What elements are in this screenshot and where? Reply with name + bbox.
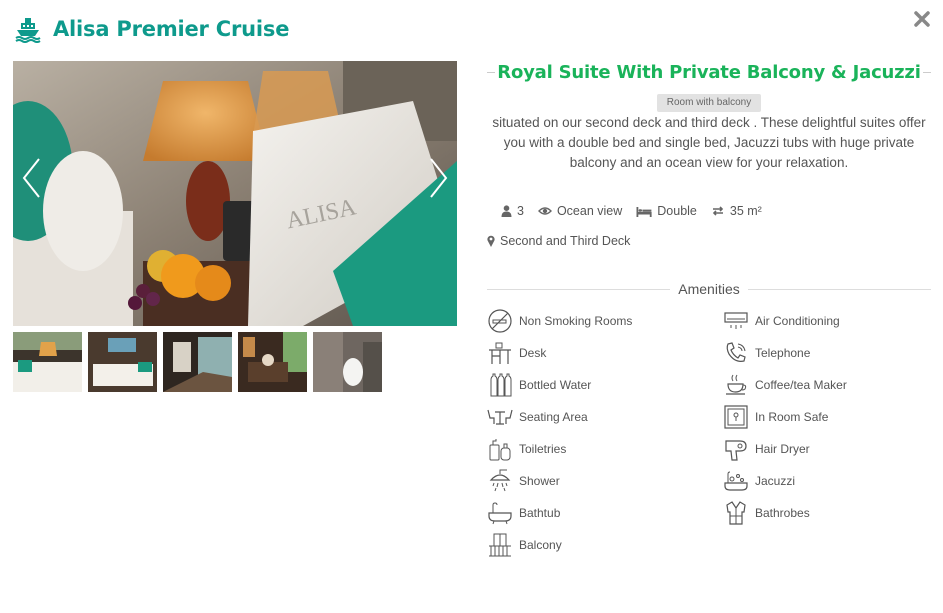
amenity-coffee-maker: Coffee/tea Maker (723, 372, 847, 398)
amenity-label: Coffee/tea Maker (755, 378, 847, 392)
amenity-shower: Shower (487, 468, 560, 494)
amenity-label: Balcony (519, 538, 562, 552)
bathrobe-icon (726, 501, 746, 525)
user-icon (501, 205, 512, 217)
amenity-label: Desk (519, 346, 547, 360)
amenity-bottled-water: Bottled Water (487, 372, 591, 398)
amenities-divider (747, 288, 931, 290)
thumbnail-strip (13, 332, 382, 392)
main-photo[interactable]: ALISA (13, 61, 457, 326)
amenity-bathrobes: Bathrobes (723, 500, 810, 526)
room-title: Royal Suite With Private Balcony & Jacuz… (497, 61, 921, 83)
occupancy-value: 3 (517, 204, 524, 218)
air-conditioning-icon (724, 312, 748, 329)
amenity-label: Bottled Water (519, 378, 592, 392)
room-facts: 3 Ocean view Double 35 m² (487, 202, 931, 220)
eye-icon (537, 207, 552, 215)
amenity-non-smoking: Non Smoking Rooms (487, 308, 632, 334)
page-title: Alisa Premier Cruise (53, 17, 290, 41)
bed-value: Double (657, 204, 697, 218)
amenities-list: Non Smoking Rooms Desk Bottled Water Sea… (487, 308, 931, 568)
room-tag-badge: Room with balcony (656, 94, 762, 112)
ship-icon (15, 18, 41, 43)
room-photo: ALISA (13, 61, 457, 326)
amenity-jacuzzi: Jacuzzi (723, 468, 795, 494)
amenities-heading: Amenities (678, 281, 740, 297)
thumbnail-4[interactable] (238, 332, 307, 392)
resize-icon (712, 206, 724, 216)
shower-icon (489, 469, 511, 492)
amenities-divider (487, 288, 671, 290)
deck-value: Second and Third Deck (500, 234, 631, 248)
room-title-row: Royal Suite With Private Balcony & Jacuz… (487, 58, 931, 86)
amenity-label: Toiletries (519, 442, 567, 456)
amenity-label: Air Conditioning (755, 314, 840, 328)
thumbnail-5[interactable] (313, 332, 382, 392)
amenity-label: Shower (519, 474, 560, 488)
amenity-telephone: Telephone (723, 340, 810, 366)
jacuzzi-icon (724, 471, 748, 491)
chevron-left-icon[interactable] (19, 156, 45, 200)
amenity-balcony: Balcony (487, 532, 562, 558)
amenity-label: Jacuzzi (755, 474, 796, 488)
deck-info: Second and Third Deck (487, 232, 931, 250)
room-description: situated on our second deck and third de… (492, 115, 926, 170)
coffee-maker-icon (726, 374, 747, 395)
bottled-water-icon (490, 373, 512, 397)
amenity-toiletries: Toiletries (487, 436, 566, 462)
amenity-in-room-safe: In Room Safe (723, 404, 828, 430)
thumbnail-2[interactable] (88, 332, 157, 392)
room-details: Royal Suite With Private Balcony & Jacuz… (487, 58, 931, 568)
amenity-bathtub: Bathtub (487, 500, 560, 526)
title-divider (923, 71, 931, 73)
map-marker-icon (487, 235, 495, 247)
bathtub-icon (488, 502, 512, 525)
header: Alisa Premier Cruise (14, 12, 289, 46)
amenity-hair-dryer: Hair Dryer (723, 436, 810, 462)
title-divider (487, 71, 495, 73)
thumbnail-3[interactable] (163, 332, 232, 392)
amenity-air-conditioning: Air Conditioning (723, 308, 840, 334)
size-fact: 35 m² (711, 204, 762, 218)
view-fact: Ocean view (537, 204, 623, 218)
close-icon[interactable] (913, 10, 931, 28)
thumbnail-1[interactable] (13, 332, 82, 392)
toiletries-icon (489, 439, 511, 461)
seating-area-icon (487, 409, 513, 425)
amenity-label: In Room Safe (755, 410, 829, 424)
balcony-icon (489, 533, 511, 557)
amenity-seating-area: Seating Area (487, 404, 588, 430)
amenity-label: Bathrobes (755, 506, 810, 520)
amenity-label: Bathtub (519, 506, 561, 520)
bed-fact: Double (636, 204, 697, 218)
safe-icon (724, 405, 748, 429)
bed-icon (636, 206, 652, 217)
amenity-label: Telephone (755, 346, 811, 360)
view-value: Ocean view (556, 204, 623, 218)
chevron-right-icon[interactable] (425, 156, 451, 200)
amenity-desk: Desk (487, 340, 546, 366)
amenity-label: Hair Dryer (755, 442, 810, 456)
desk-icon (489, 342, 511, 364)
size-value: 35 m² (729, 204, 762, 218)
hair-dryer-icon (725, 440, 747, 461)
no-smoking-icon (488, 309, 512, 333)
amenity-label: Seating Area (519, 410, 588, 424)
amenity-label: Non Smoking Rooms (519, 314, 633, 328)
telephone-icon (726, 342, 746, 362)
occupancy-fact: 3 (501, 204, 524, 218)
amenities-heading-row: Amenities (487, 280, 931, 298)
